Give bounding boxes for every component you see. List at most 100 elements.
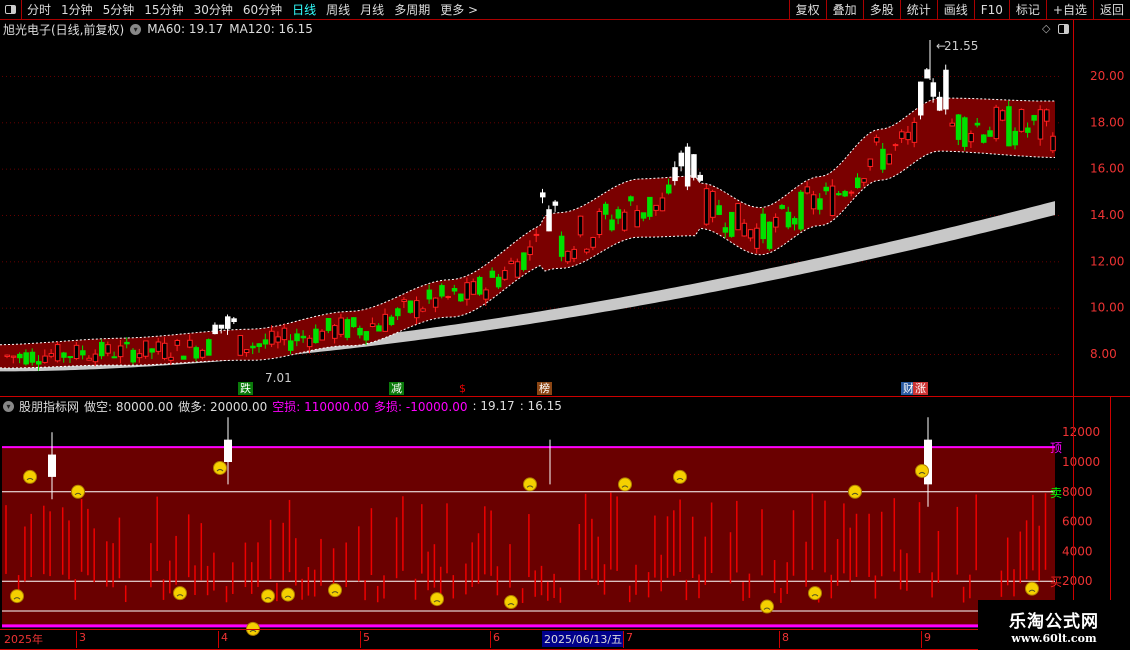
grid-dot [706,307,707,309]
grid-dot [54,168,55,170]
toolbar-button[interactable]: 返回 [1092,0,1130,20]
grid-dot [38,75,39,77]
grid-dot [54,261,55,263]
grid-dot [326,214,327,216]
grid-dot [294,214,295,216]
grid-dot [898,75,899,77]
grid-dot [918,168,919,170]
layout-toggle-icon[interactable] [0,0,22,20]
grid-dot [526,214,527,216]
grid-dot [78,75,79,77]
grid-dot [618,122,619,124]
candle-body [792,218,798,225]
grid-dot [618,354,619,355]
period-tab[interactable]: 月线 [355,1,389,18]
toolbar-button[interactable]: F10 [973,0,1009,20]
grid-dot [230,75,231,77]
grid-dot [1034,75,1035,77]
grid-dot [998,354,999,355]
chevron-down-icon[interactable]: ▾ [3,400,14,412]
grid-dot [478,168,479,170]
grid-dot [514,307,515,309]
grid-dot [562,168,563,170]
grid-dot [14,75,15,77]
grid-dot [678,307,679,309]
toolbar-button[interactable]: 叠加 [825,0,863,20]
grid-dot [418,214,419,216]
grid-dot [282,122,283,124]
period-tab[interactable]: 周线 [321,1,355,18]
grid-dot [798,354,799,355]
candle-body [577,215,584,236]
period-tab[interactable]: 多周期 [389,1,435,18]
grid-dot [1022,354,1023,355]
grid-dot [442,75,443,77]
diamond-icon[interactable]: ◇ [1042,22,1050,35]
toolbar-button[interactable]: 多股 [862,0,900,20]
grid-dot [582,75,583,77]
toolbar-button[interactable]: 画线 [936,0,974,20]
grid-dot [134,168,135,170]
grid-dot [78,214,79,216]
grid-dot [242,261,243,263]
grid-dot [946,354,947,355]
period-tab[interactable]: 1分钟 [56,1,98,18]
candle-body [54,344,61,362]
grid-dot [850,75,851,77]
period-tab[interactable]: 更多 > [435,1,483,18]
candle-body [760,213,766,240]
grid-dot [1046,261,1047,263]
period-tab[interactable]: 60分钟 [238,1,287,18]
grid-dot [886,122,887,124]
grid-dot [162,261,163,263]
grid-dot [422,354,423,355]
toolbar-button[interactable]: 标记 [1008,0,1046,20]
panel-toggle-icon[interactable] [1058,24,1069,34]
grid-dot [174,307,175,309]
grid-dot [918,261,919,263]
grid-dot [454,261,455,263]
grid-dot [122,75,123,77]
grid-dot [1030,261,1031,263]
grid-dot [842,307,843,309]
candle-body [886,153,892,165]
grid-dot [362,261,363,263]
grid-dot [938,75,939,77]
period-tab[interactable]: 5分钟 [98,1,140,18]
stock-title[interactable]: 旭光电子(日线,前复权) [3,21,124,38]
toolbar-button[interactable]: 复权 [788,0,826,20]
grid-dot [194,122,195,124]
grid-dot [714,354,715,355]
indicator-tick: 6000 [1062,515,1093,529]
grid-dot [558,75,559,77]
candle-body [747,229,754,239]
grid-dot [114,122,115,124]
grid-dot [270,75,271,77]
grid-dot [254,168,255,170]
period-tab[interactable]: 日线 [287,1,321,18]
grid-dot [530,168,531,170]
grid-dot [870,261,871,263]
grid-dot [418,75,419,77]
indicator-name[interactable]: 股朋指标网 [19,398,79,415]
grid-dot [82,75,83,77]
toolbar-button[interactable]: +自选 [1045,0,1093,20]
period-tab[interactable]: 15分钟 [139,1,188,18]
period-tab[interactable]: 分时 [22,1,56,18]
grid-dot [898,214,899,216]
toolbar-button[interactable]: 统计 [899,0,937,20]
grid-dot [274,168,275,170]
kline-chart[interactable]: 20.0018.0016.0014.0012.0010.008.00120001… [0,0,1130,650]
grid-dot [1014,354,1015,355]
grid-dot [14,214,15,216]
chevron-down-icon[interactable]: ▾ [130,23,142,35]
grid-dot [10,75,11,77]
grid-dot [910,307,911,309]
grid-dot [342,168,343,170]
grid-dot [886,261,887,263]
grid-dot [238,122,239,124]
grid-dot [98,214,99,216]
period-tab[interactable]: 30分钟 [189,1,238,18]
grid-dot [290,214,291,216]
grid-dot [994,168,995,170]
